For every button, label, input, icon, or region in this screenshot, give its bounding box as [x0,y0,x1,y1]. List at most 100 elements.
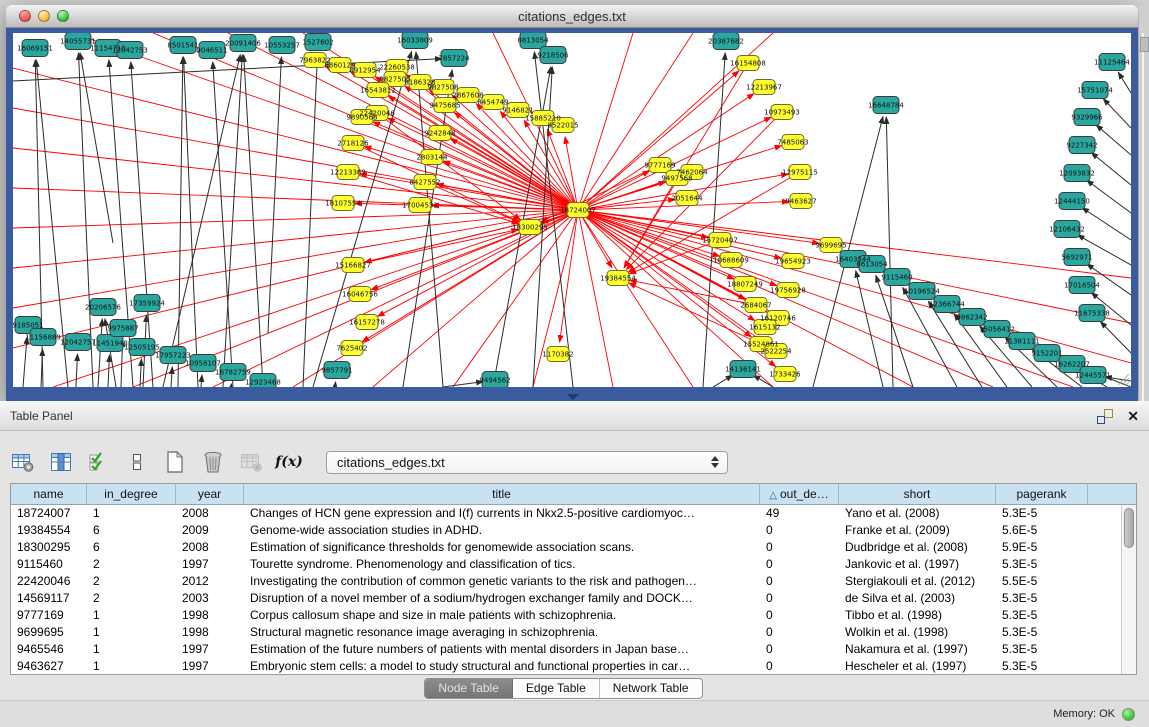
column-header-pagerank[interactable]: pagerank [996,484,1088,505]
cell-out_de[interactable]: 0 [760,658,839,674]
citation-edge[interactable] [1087,180,1131,213]
table-select-dropdown[interactable]: citations_edges.txt [326,451,728,474]
citation-edge[interactable] [178,57,183,387]
cell-short[interactable]: Dudbridge et al. (2008) [839,539,996,556]
citation-edge[interactable] [856,271,883,387]
citation-edge[interactable] [213,62,233,387]
cell-in_degree[interactable]: 1 [87,641,176,658]
cell-in_degree[interactable]: 2 [87,573,176,590]
select-columns-button[interactable] [48,448,74,476]
citation-edge[interactable] [1096,125,1131,155]
citation-edge[interactable] [713,375,733,387]
cell-pagerank[interactable]: 5.9E-5 [996,539,1088,556]
cell-short[interactable]: Stergiakouli et al. (2012) [839,573,996,590]
citation-edge[interactable] [1118,72,1131,93]
cell-title[interactable]: Genome-wide association studies in ADHD. [244,522,760,539]
citation-edge[interactable] [373,210,578,387]
cell-short[interactable]: Hescheler et al. (1997) [839,658,996,674]
new-table-button[interactable] [162,448,188,476]
table-row[interactable]: 977716911998Corpus callosum shape and si… [11,607,1121,624]
table-row[interactable]: 946554611997Estimation of the future num… [11,641,1121,658]
cell-title[interactable]: Structural magnetic resonance image aver… [244,624,760,641]
citation-edge[interactable] [335,382,336,387]
cell-title[interactable]: Tourette syndrome. Phenomenology and cla… [244,556,760,573]
import-table-button[interactable] [238,448,264,476]
cell-pagerank[interactable]: 5.3E-5 [996,658,1088,674]
cell-name[interactable]: 9699695 [11,624,87,641]
cell-pagerank[interactable]: 5.3E-5 [996,505,1088,522]
table-row[interactable]: 1938455462009Genome-wide association stu… [11,522,1121,539]
cell-pagerank[interactable]: 5.3E-5 [996,624,1088,641]
cell-out_de[interactable]: 0 [760,539,839,556]
citation-edge-selected[interactable] [578,71,739,210]
cell-in_degree[interactable]: 2 [87,556,176,573]
table-row[interactable]: 911546021997Tourette syndrome. Phenomeno… [11,556,1121,573]
column-header-out_de[interactable]: △out_de… [760,484,839,505]
citation-edge[interactable] [76,354,77,387]
cell-short[interactable]: Jankovic et al. (1997) [839,556,996,573]
cell-out_de[interactable]: 0 [760,624,839,641]
citation-edge[interactable] [886,117,893,387]
cell-name[interactable]: 22420046 [11,573,87,590]
cell-in_degree[interactable]: 1 [87,624,176,641]
cell-year[interactable]: 1998 [176,607,244,624]
column-header-short[interactable]: short [839,484,996,505]
citation-edge[interactable] [13,188,578,210]
cell-name[interactable]: 9115460 [11,556,87,573]
cell-year[interactable]: 2008 [176,539,244,556]
cell-year[interactable]: 1998 [176,624,244,641]
cell-out_de[interactable]: 0 [760,556,839,573]
cell-year[interactable]: 2012 [176,573,244,590]
citation-network-graph[interactable]: 1872400779638228860128891295422260538982… [13,33,1131,387]
cell-name[interactable]: 18724007 [11,505,87,522]
column-header-in_degree[interactable]: in_degree [87,484,176,505]
cell-out_de[interactable]: 0 [760,522,839,539]
citation-edge[interactable] [13,68,578,210]
citation-edge[interactable] [201,375,202,387]
resize-grip-icon[interactable] [1114,370,1130,386]
cell-year[interactable]: 1997 [176,658,244,674]
cell-year[interactable]: 2003 [176,590,244,607]
cell-name[interactable]: 9463627 [11,658,87,674]
modify-table-button[interactable] [10,448,36,476]
cell-name[interactable]: 18300295 [11,539,87,556]
citation-edge[interactable] [23,337,27,387]
table-row[interactable]: 969969511998Structural magnetic resonanc… [11,624,1121,641]
citation-edge[interactable] [443,382,483,387]
cell-name[interactable]: 9777169 [11,607,87,624]
table-row[interactable]: 946362711997Embryonic stem cells: a mode… [11,658,1121,674]
cell-short[interactable]: Yano et al. (2008) [839,505,996,522]
cell-name[interactable]: 9465546 [11,641,87,658]
cell-title[interactable]: Estimation of the future numbers of pati… [244,641,760,658]
float-panel-icon[interactable] [1097,409,1113,424]
cell-in_degree[interactable]: 6 [87,522,176,539]
citation-edge[interactable] [108,355,109,387]
column-header-name[interactable]: name [11,484,87,505]
cell-year[interactable]: 2008 [176,505,244,522]
citation-edge-selected[interactable] [378,210,578,316]
cell-short[interactable]: Wolkin et al. (1998) [839,624,996,641]
citation-edge-selected[interactable] [371,210,578,290]
citation-edge[interactable] [98,319,102,387]
cell-title[interactable]: Estimation of significance thresholds fo… [244,539,760,556]
cell-out_de[interactable]: 0 [760,573,839,590]
citation-edge[interactable] [1091,153,1131,185]
cell-out_de[interactable]: 0 [760,590,839,607]
citation-edge[interactable] [213,210,578,387]
column-header-title[interactable]: title [244,484,760,505]
column-header-year[interactable]: year [176,484,244,505]
cell-in_degree[interactable]: 1 [87,658,176,674]
tab-node-table[interactable]: Node Table [425,679,513,698]
cell-short[interactable]: de Silva et al. (2003) [839,590,996,607]
cell-pagerank[interactable]: 5.6E-5 [996,522,1088,539]
cell-short[interactable]: Franke et al. (2009) [839,522,996,539]
vertical-scrollbar[interactable] [1121,505,1136,674]
row-height-button[interactable] [124,448,150,476]
citation-edge[interactable] [1100,322,1131,353]
citation-edge[interactable] [268,57,281,333]
citation-edge-selected[interactable] [365,210,578,262]
citation-edge[interactable] [703,53,725,387]
cell-short[interactable]: Tibbo et al. (1998) [839,607,996,624]
citation-edge-selected[interactable] [629,283,761,344]
citation-edge[interactable] [171,367,172,387]
